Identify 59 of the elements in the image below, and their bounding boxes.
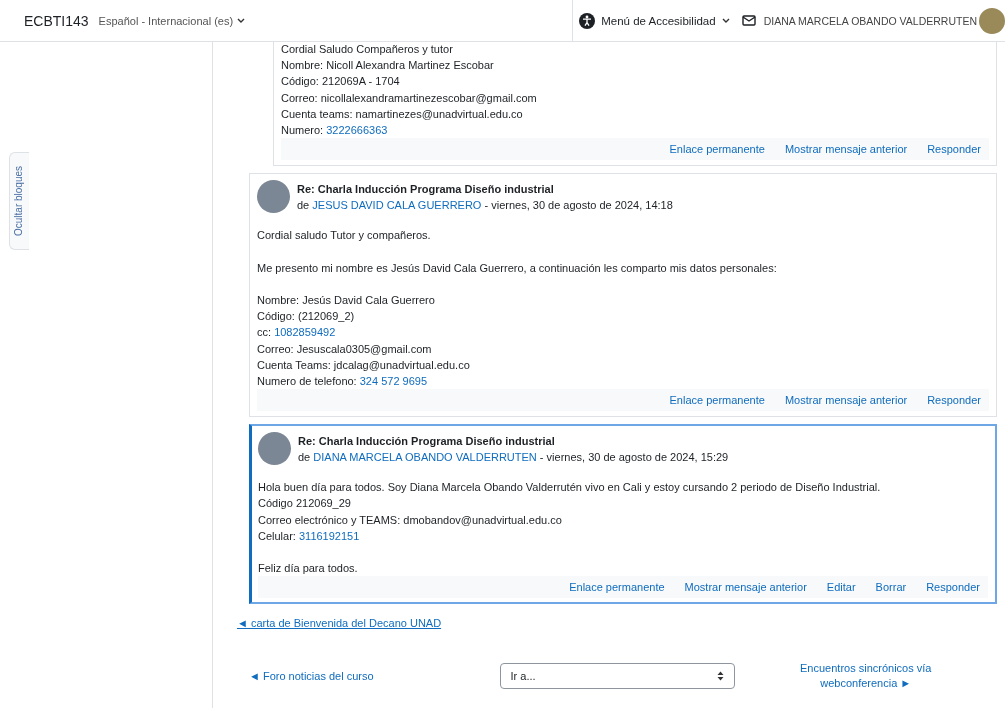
body-text: Numero: — [281, 124, 325, 136]
body-text: Correo electrónico y TEAMS: dmobandov@unadvirtual.edu.co — [258, 512, 563, 528]
byline-prefix: de — [297, 198, 311, 211]
author-link[interactable]: JESUS DAVID CALA GUERRERO — [312, 198, 482, 211]
action-link[interactable]: Responder — [927, 141, 981, 158]
caret-icon — [721, 17, 730, 24]
action-link[interactable]: Mostrar mensaje anterior — [784, 392, 908, 409]
body-text: Correo: Jesuscala0305@gmail.com — [257, 341, 433, 357]
sort-arrows-icon — [716, 671, 724, 682]
body-text: Numero de telefono: — [257, 375, 358, 387]
body-text: Código: (212069_2) — [257, 309, 356, 325]
caret-icon — [237, 17, 246, 24]
accessibility-menu[interactable]: Menú de Accesibilidad — [572, 0, 738, 41]
body-text: Me presento mi nombre es Jesús David Cala Guerrero, a continuación les comparto mis datos personales: — [257, 260, 778, 276]
post-date: - viernes, 30 de agosto de 2024, 15:29 — [538, 450, 729, 463]
body-text: Correo: nicollalexandramartinezescobar@gmail.com — [281, 90, 538, 106]
next-activity-link[interactable]: Encuentros sincrónicos vía webconferencia ► — [785, 661, 946, 692]
body-text: Cuenta Teams: jdcalag@unadvirtual.edu.co — [257, 357, 471, 373]
action-link[interactable]: Mostrar mensaje anterior — [784, 141, 908, 158]
accessibility-icon — [579, 12, 596, 29]
action-link[interactable]: Responder — [926, 579, 980, 596]
jump-to-select[interactable]: Ir a... — [499, 663, 735, 690]
author-link[interactable]: DIANA MARCELA OBANDO VALDERRUTEN — [313, 450, 537, 463]
hide-blocks-tab[interactable]: Ocultar bloques — [9, 152, 29, 250]
body-text: Hola buen día para todos. Soy Diana Marcela Obando Valderrutén vivo en Cali y estoy cursando 2 periodo de Diseño Industrial. — [258, 480, 882, 496]
action-link[interactable]: Enlace permanente — [569, 579, 665, 596]
user-name[interactable]: DIANA MARCELA OBANDO VALDERRUTEN — [763, 14, 977, 27]
byline-prefix: de — [298, 450, 312, 463]
post-date: - viernes, 30 de agosto de 2024, 14:18 — [483, 198, 673, 211]
phone-link[interactable]: 3222666363 — [326, 124, 388, 136]
body-text: Feliz día para todos. — [258, 561, 359, 577]
previous-activity-link[interactable]: ◄ Foro noticias del curso — [237, 670, 374, 683]
body-text: Cordial Saludo Compañeros y tutor — [281, 42, 454, 57]
site-title[interactable]: ECBTI143 — [24, 12, 89, 29]
post-subject: Re: Charla Inducción Programa Diseño industrial — [298, 433, 556, 449]
avatar[interactable] — [979, 7, 1005, 34]
body-text: Nombre: Jesús David Cala Guerrero — [257, 293, 436, 308]
action-link[interactable]: Editar — [826, 579, 856, 596]
body-text: Celular: — [258, 529, 297, 542]
action-link[interactable]: Enlace permanente — [669, 392, 765, 409]
body-text: cc: — [257, 326, 273, 339]
post-subject: Re: Charla Inducción Programa Diseño industrial — [297, 181, 555, 197]
body-text: Código 212069_29 — [258, 496, 352, 512]
previous-discussion-link[interactable]: ◄ carta de Bienvenida del Decano UNAD — [237, 617, 442, 630]
language-menu[interactable]: Español - Internacional (es) — [98, 14, 246, 27]
action-link[interactable]: Borrar — [875, 579, 907, 596]
avatar[interactable] — [258, 432, 291, 466]
body-text: Cordial saludo Tutor y compañeros. — [257, 228, 432, 244]
action-link[interactable]: Responder — [927, 392, 981, 409]
avatar[interactable] — [257, 180, 290, 214]
phone-link[interactable]: 324 572 9695 — [359, 375, 428, 387]
action-link[interactable]: Enlace permanente — [669, 141, 765, 158]
phone-link[interactable]: 3116192151 — [298, 529, 360, 542]
body-text: Cuenta teams: namartinezes@unadvirtual.edu.co — [281, 106, 524, 122]
phone-link[interactable]: 1082859492 — [274, 326, 336, 339]
body-text: Código: 212069A - 1704 — [281, 74, 401, 90]
envelope-icon[interactable] — [741, 15, 756, 26]
body-text: Nombre: Nicoll Alexandra Martinez Escobar — [281, 58, 495, 74]
action-link[interactable]: Mostrar mensaje anterior — [684, 579, 807, 596]
